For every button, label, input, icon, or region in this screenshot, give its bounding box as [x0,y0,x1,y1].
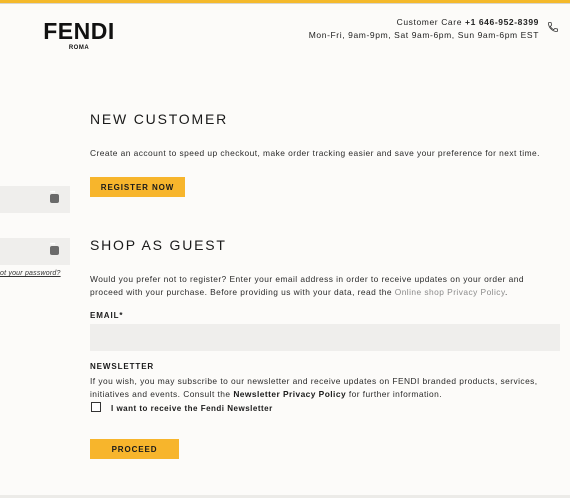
login-email-field[interactable] [0,186,70,213]
email-label: EMAIL* [90,311,124,320]
newsletter-policy-link[interactable]: Newsletter Privacy Policy [233,389,346,399]
newsletter-checkbox[interactable] [91,402,101,412]
newsletter-checkbox-label[interactable]: I want to receive the Fendi Newsletter [111,404,273,413]
fendi-logo[interactable]: FENDI ROMA [43,20,115,52]
customer-care-hours: Mon-Fri, 9am-9pm, Sat 9am-6pm, Sun 9am-6… [308,30,539,40]
forgot-password-link[interactable]: ot your password? [0,270,61,277]
autofill-key-icon[interactable] [50,190,59,203]
period: . [504,287,508,297]
login-password-field[interactable] [0,238,70,265]
customer-care-label: Customer Care [396,17,463,27]
proceed-button[interactable]: PROCEED [90,439,179,459]
newsletter-description: If you wish, you may subscribe to our ne… [90,375,560,401]
register-now-button[interactable]: REGISTER NOW [90,177,185,197]
customer-care-line: Customer Care +1 646-952-8399 [309,16,539,29]
newsletter-label: NEWSLETTER [90,362,155,371]
new-customer-title: NEW CUSTOMER [90,111,229,127]
newsletter-tail: for further information. [348,389,443,399]
email-field[interactable] [90,324,560,351]
top-divider [0,3,570,4]
new-customer-description: Create an account to speed up checkout, … [90,148,540,158]
phone-icon[interactable] [547,21,559,33]
customer-care-phone[interactable]: +1 646-952-8399 [465,17,539,27]
logo-wordmark: FENDI [43,18,115,44]
guest-description: Would you prefer not to register? Enter … [90,273,548,299]
privacy-policy-link[interactable]: Online shop Privacy Policy [395,287,505,297]
customer-care-block: Customer Care +1 646-952-8399 Mon-Fri, 9… [309,16,539,42]
shop-as-guest-title: SHOP AS GUEST [90,237,227,253]
logo-subtitle: ROMA [68,45,90,51]
autofill-key-icon[interactable] [50,242,59,255]
